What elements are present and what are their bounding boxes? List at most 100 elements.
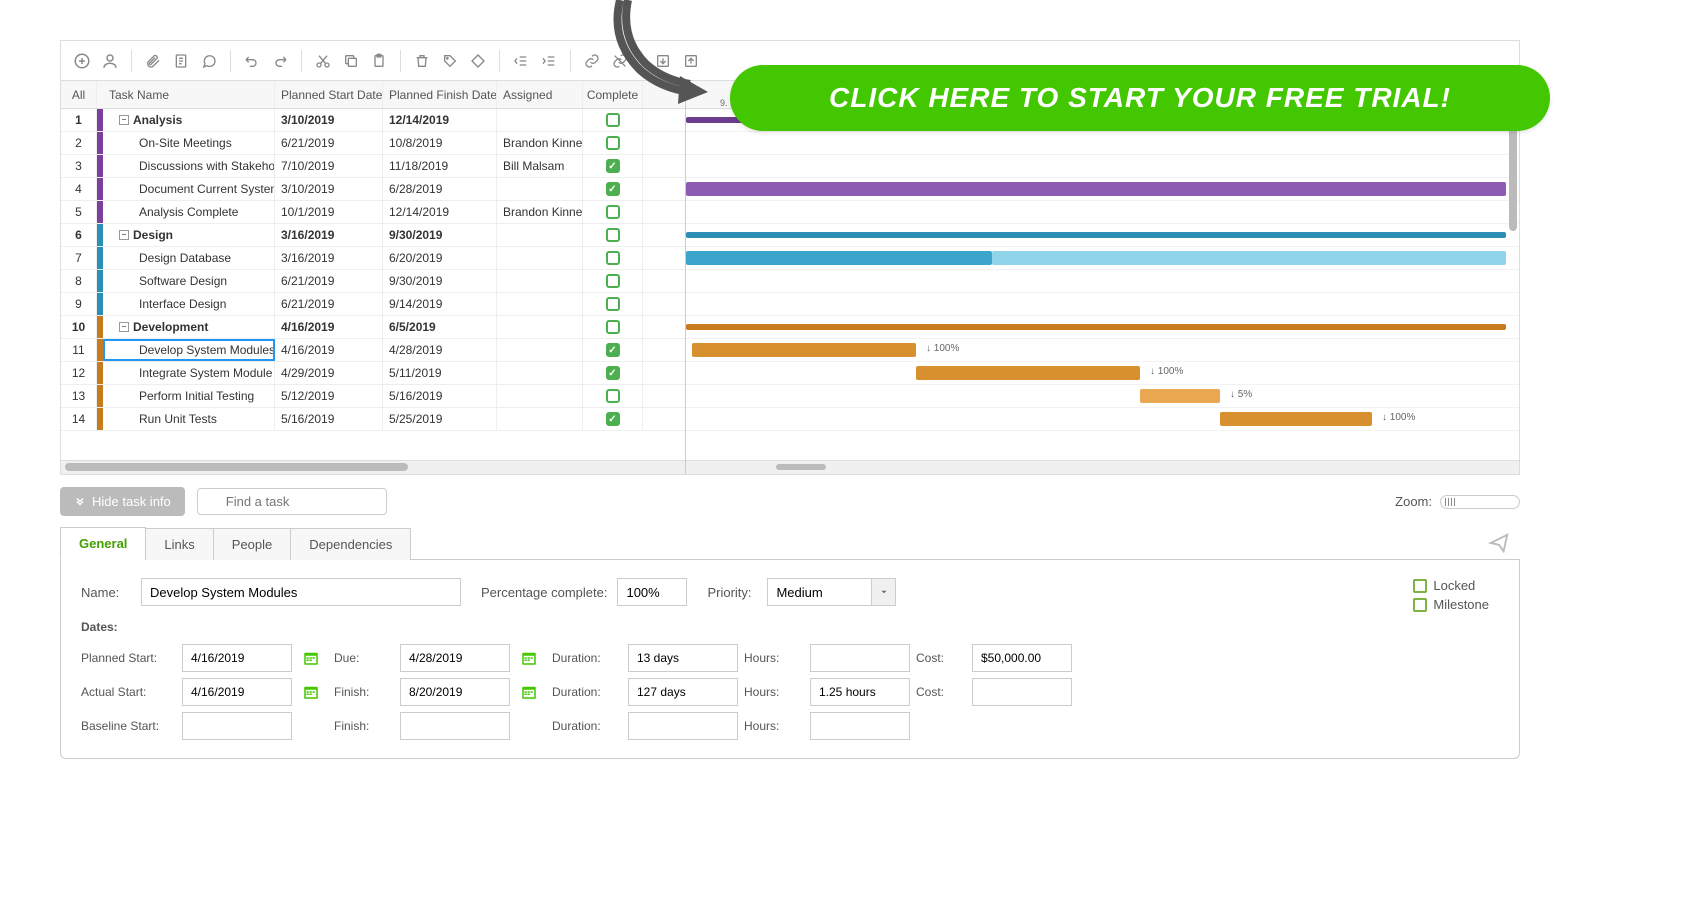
gantt-bar[interactable]	[1140, 389, 1220, 403]
col-header-start[interactable]: Planned Start Date	[275, 81, 383, 108]
col-header-all[interactable]: All	[61, 81, 97, 108]
assigned-cell[interactable]	[497, 293, 583, 315]
calendar-icon[interactable]	[298, 678, 324, 706]
table-row[interactable]: 4Document Current System3/10/20196/28/20…	[61, 178, 685, 201]
diamond-icon[interactable]	[467, 50, 489, 72]
zoom-slider[interactable]	[1440, 495, 1520, 509]
start-cell[interactable]: 7/10/2019	[275, 155, 383, 177]
gantt-bar[interactable]	[1220, 412, 1372, 426]
end-cell[interactable]: 6/20/2019	[383, 247, 497, 269]
pct-input[interactable]	[617, 578, 687, 606]
end-cell[interactable]: 5/25/2019	[383, 408, 497, 430]
gantt-chart[interactable]: 9. 15 '1 ↓ 100%↓ 100%↓ 5%↓ 100%	[686, 81, 1519, 474]
assigned-cell[interactable]	[497, 178, 583, 200]
finish-input[interactable]	[400, 678, 510, 706]
calendar-icon[interactable]	[516, 644, 542, 672]
tab-general[interactable]: General	[60, 527, 146, 560]
col-header-assigned[interactable]: Assigned	[497, 81, 583, 108]
end-cell[interactable]: 9/14/2019	[383, 293, 497, 315]
complete-checkbox[interactable]	[606, 136, 620, 150]
complete-checkbox[interactable]: ✓	[606, 412, 620, 426]
complete-checkbox[interactable]: ✓	[606, 343, 620, 357]
complete-checkbox[interactable]	[606, 228, 620, 242]
end-cell[interactable]: 12/14/2019	[383, 201, 497, 223]
assigned-cell[interactable]	[497, 270, 583, 292]
pcost-input[interactable]	[972, 644, 1072, 672]
name-input[interactable]	[141, 578, 461, 606]
task-name-cell[interactable]: Perform Initial Testing	[103, 385, 275, 407]
end-cell[interactable]: 5/16/2019	[383, 385, 497, 407]
tab-links[interactable]: Links	[145, 528, 213, 560]
bhours-input[interactable]	[810, 712, 910, 740]
ahours-input[interactable]	[810, 678, 910, 706]
start-cell[interactable]: 3/16/2019	[275, 224, 383, 246]
outdent-icon[interactable]	[510, 50, 532, 72]
copy-icon[interactable]	[340, 50, 362, 72]
table-row[interactable]: 2On-Site Meetings6/21/201910/8/2019Brand…	[61, 132, 685, 155]
gantt-bar[interactable]	[692, 343, 916, 357]
gantt-bar[interactable]	[916, 366, 1140, 380]
cut-icon[interactable]	[312, 50, 334, 72]
table-row[interactable]: 12Integrate System Module4/29/20195/11/2…	[61, 362, 685, 385]
assigned-cell[interactable]	[497, 247, 583, 269]
table-row[interactable]: 8Software Design6/21/20199/30/2019	[61, 270, 685, 293]
assigned-cell[interactable]	[497, 339, 583, 361]
assigned-cell[interactable]: Bill Malsam	[497, 155, 583, 177]
end-cell[interactable]: 6/28/2019	[383, 178, 497, 200]
assigned-cell[interactable]	[497, 385, 583, 407]
baseline-start-input[interactable]	[182, 712, 292, 740]
task-name-cell[interactable]: Run Unit Tests	[103, 408, 275, 430]
table-row[interactable]: 7Design Database3/16/20196/20/2019	[61, 247, 685, 270]
find-task-input[interactable]	[197, 488, 387, 515]
assigned-cell[interactable]	[497, 362, 583, 384]
table-hscroll[interactable]	[61, 460, 685, 474]
hide-task-info-button[interactable]: Hide task info	[60, 487, 185, 516]
task-name-cell[interactable]: Analysis Complete	[103, 201, 275, 223]
complete-checkbox[interactable]	[606, 320, 620, 334]
bduration-input[interactable]	[628, 712, 738, 740]
acost-input[interactable]	[972, 678, 1072, 706]
undo-icon[interactable]	[241, 50, 263, 72]
task-name-cell[interactable]: Develop System Modules	[103, 339, 275, 361]
phours-input[interactable]	[810, 644, 910, 672]
task-name-cell[interactable]: Interface Design	[103, 293, 275, 315]
task-name-cell[interactable]: Integrate System Module	[103, 362, 275, 384]
start-cell[interactable]: 3/10/2019	[275, 109, 383, 131]
actual-start-input[interactable]	[182, 678, 292, 706]
chevron-down-icon[interactable]	[872, 578, 896, 606]
gantt-bar[interactable]	[992, 251, 1506, 265]
end-cell[interactable]: 9/30/2019	[383, 270, 497, 292]
add-icon[interactable]	[71, 50, 93, 72]
priority-select[interactable]	[767, 578, 872, 606]
cta-banner[interactable]: CLICK HERE TO START YOUR FREE TRIAL!	[730, 65, 1550, 131]
start-cell[interactable]: 6/21/2019	[275, 132, 383, 154]
start-cell[interactable]: 10/1/2019	[275, 201, 383, 223]
gantt-bar[interactable]	[686, 232, 1506, 238]
tag-icon[interactable]	[439, 50, 461, 72]
table-row[interactable]: 5Analysis Complete10/1/201912/14/2019Bra…	[61, 201, 685, 224]
redo-icon[interactable]	[269, 50, 291, 72]
table-row[interactable]: 10−Development4/16/20196/5/2019	[61, 316, 685, 339]
complete-checkbox[interactable]: ✓	[606, 182, 620, 196]
task-name-cell[interactable]: Design Database	[103, 247, 275, 269]
table-row[interactable]: 13Perform Initial Testing5/12/20195/16/2…	[61, 385, 685, 408]
complete-checkbox[interactable]	[606, 251, 620, 265]
task-name-cell[interactable]: −Development	[103, 316, 275, 338]
col-header-name[interactable]: Task Name	[103, 81, 275, 108]
table-row[interactable]: 9Interface Design6/21/20199/14/2019	[61, 293, 685, 316]
end-cell[interactable]: 5/11/2019	[383, 362, 497, 384]
end-cell[interactable]: 10/8/2019	[383, 132, 497, 154]
assigned-cell[interactable]: Brandon Kinney	[497, 201, 583, 223]
gantt-hscroll[interactable]	[686, 460, 1519, 474]
planned-start-input[interactable]	[182, 644, 292, 672]
delete-icon[interactable]	[411, 50, 433, 72]
end-cell[interactable]: 11/18/2019	[383, 155, 497, 177]
complete-checkbox[interactable]	[606, 205, 620, 219]
task-name-cell[interactable]: On-Site Meetings	[103, 132, 275, 154]
tab-dependencies[interactable]: Dependencies	[290, 528, 411, 560]
start-cell[interactable]: 3/10/2019	[275, 178, 383, 200]
task-name-cell[interactable]: −Design	[103, 224, 275, 246]
assigned-cell[interactable]: Brandon Kinney	[497, 132, 583, 154]
col-header-finish[interactable]: Planned Finish Date	[383, 81, 497, 108]
table-row[interactable]: 3Discussions with Stakehol7/10/201911/18…	[61, 155, 685, 178]
